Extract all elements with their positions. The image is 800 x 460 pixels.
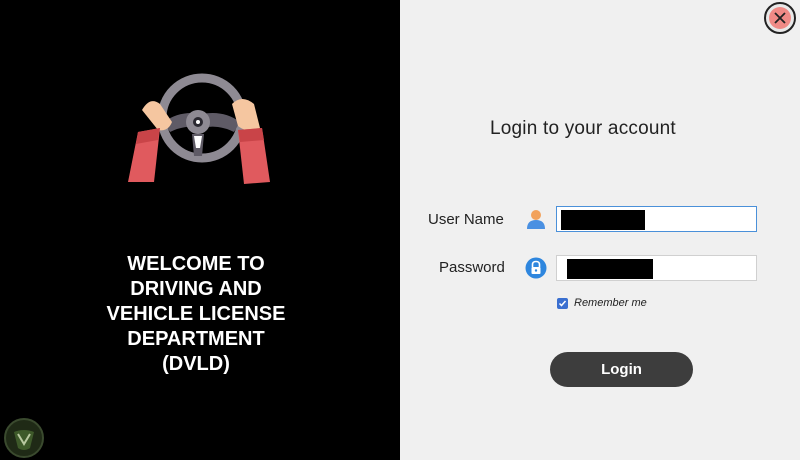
welcome-text: WELCOME TO DRIVING AND VEHICLE LICENSE D… <box>106 253 286 375</box>
badge-icon <box>4 418 44 458</box>
username-value-redacted <box>561 210 645 230</box>
lock-icon <box>525 257 547 279</box>
username-label: User Name <box>428 211 504 228</box>
password-field[interactable] <box>556 255 757 281</box>
remember-checkbox[interactable] <box>557 297 568 309</box>
remember-me[interactable]: Remember me <box>557 297 647 309</box>
left-panel: WELCOME TO DRIVING AND VEHICLE LICENSE D… <box>0 0 400 460</box>
user-icon <box>527 210 545 229</box>
close-button[interactable] <box>764 2 796 34</box>
password-label: Password <box>439 259 505 276</box>
page-title: Login to your account <box>490 118 676 139</box>
steering-wheel-icon <box>128 73 270 184</box>
remember-label: Remember me <box>574 297 647 309</box>
password-value-redacted <box>567 259 653 279</box>
username-field[interactable] <box>556 206 757 232</box>
login-button[interactable]: Login <box>550 352 693 387</box>
close-icon <box>769 7 791 29</box>
